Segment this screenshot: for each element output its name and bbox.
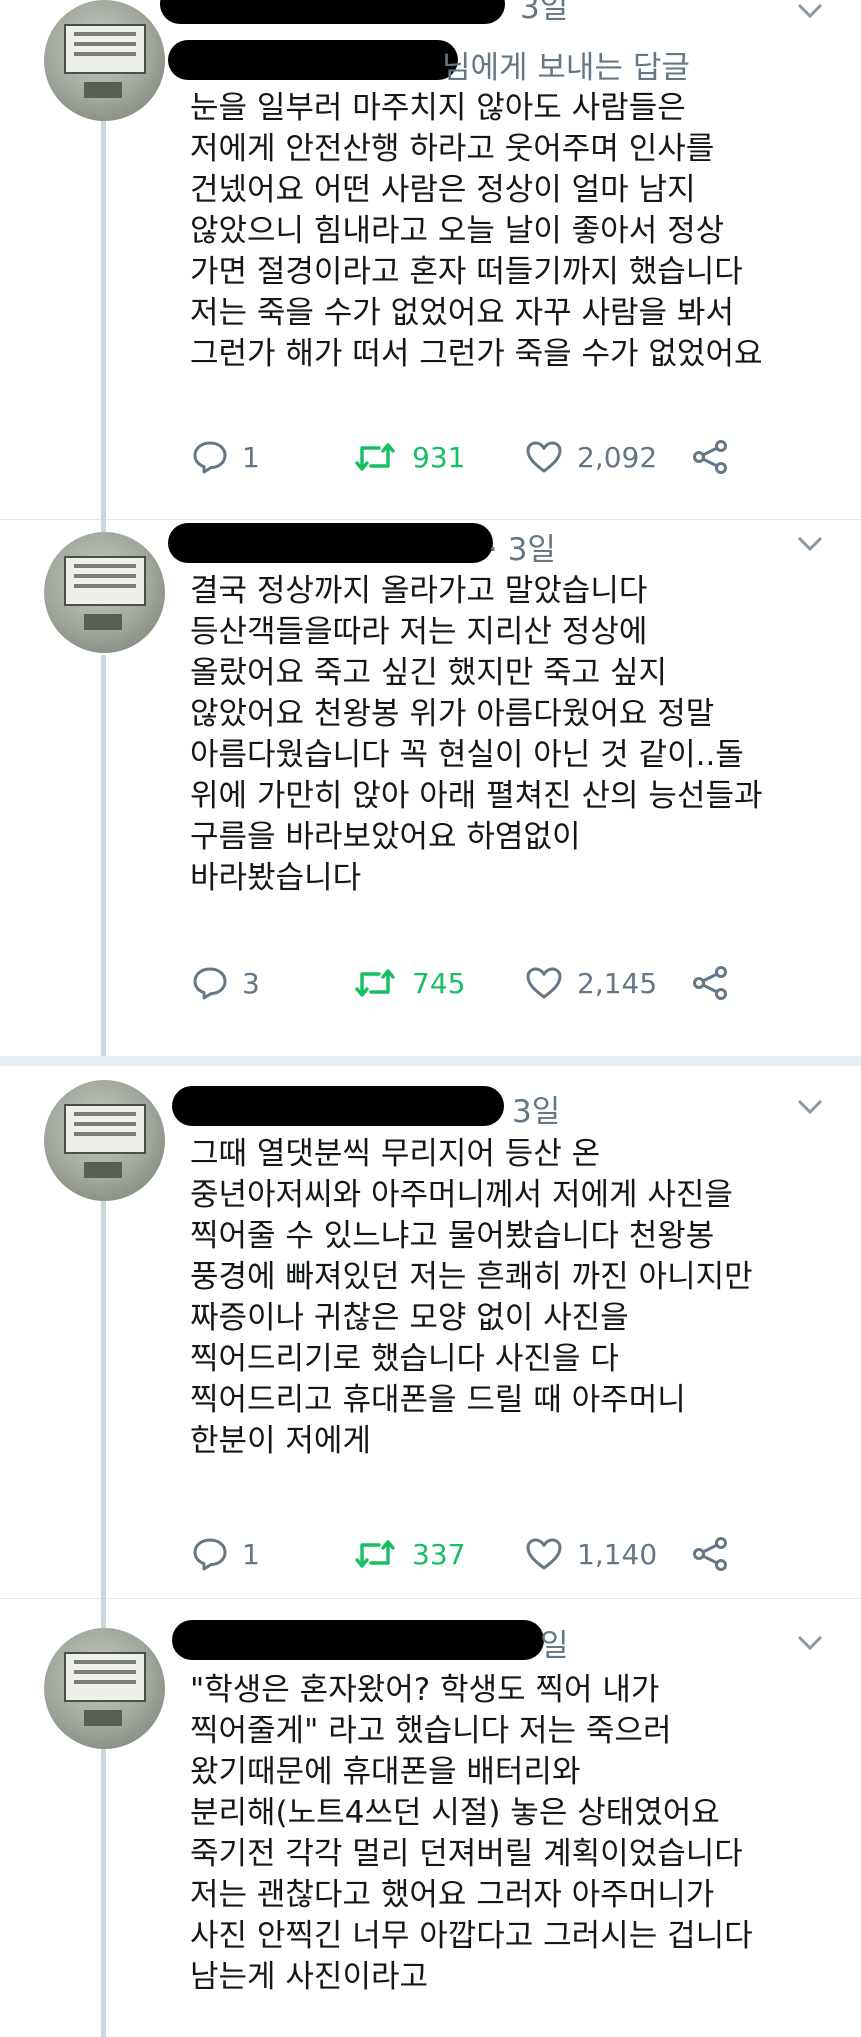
thread-line <box>101 519 106 532</box>
reply-icon <box>193 1538 227 1571</box>
thread-line <box>101 655 106 1056</box>
tweet-4[interactable]: 일 "학생은 혼자왔어? 학생도 찍어 내가 찍어줄게" 라고 했습니다 저는 … <box>0 1598 861 2037</box>
avatar[interactable] <box>44 1080 165 1201</box>
reply-count: 1 <box>242 1537 260 1571</box>
like-count: 2,092 <box>577 440 658 474</box>
redacted-username <box>168 523 493 563</box>
retweet-count: 745 <box>412 966 466 1000</box>
redacted-username <box>172 1086 504 1126</box>
avatar[interactable] <box>44 532 165 653</box>
tweet-text: "학생은 혼자왔어? 학생도 찍어 내가 찍어줄게" 라고 했습니다 저는 죽으… <box>190 1672 753 1995</box>
share-button[interactable] <box>692 963 728 1003</box>
like-button[interactable]: 2,092 <box>525 437 657 477</box>
retweet-button[interactable]: 337 <box>354 1534 465 1574</box>
reply-button[interactable]: 1 <box>192 437 260 477</box>
reply-button[interactable]: 1 <box>192 1534 260 1574</box>
thread-line <box>101 1598 106 1628</box>
tweet-time: · 3일 <box>488 532 556 568</box>
tweet-text: 그때 열댓분씩 무리지어 등산 온 중년아저씨와 아주머니께서 저에게 사진을 … <box>190 1136 753 1459</box>
retweet-icon <box>355 969 395 997</box>
redacted-username <box>172 1620 544 1660</box>
retweet-count: 931 <box>412 440 466 474</box>
like-button[interactable]: 2,145 <box>525 963 657 1003</box>
tweet-actions: 1 931 2,092 <box>192 437 752 477</box>
tweet-3[interactable]: 3일 그때 열댓분씩 무리지어 등산 온 중년아저씨와 아주머니께서 저에게 사… <box>0 1066 861 1598</box>
thread-line <box>101 1201 106 1598</box>
avatar[interactable] <box>44 0 165 121</box>
chevron-down-icon[interactable] <box>797 535 823 553</box>
retweet-icon <box>355 443 395 471</box>
reply-icon <box>193 441 227 474</box>
share-icon <box>693 1537 727 1571</box>
redacted-username <box>160 0 505 24</box>
share-button[interactable] <box>692 437 728 477</box>
reply-count: 3 <box>242 966 260 1000</box>
retweet-button[interactable]: 745 <box>354 963 465 1003</box>
like-count: 2,145 <box>577 966 658 1000</box>
retweet-count: 337 <box>412 1537 466 1571</box>
tweet-2[interactable]: · 3일 결국 정상까지 올라가고 말았습니다 등산객들을따라 저는 지리산 정… <box>0 519 861 1056</box>
tweet-actions: 3 745 2,145 <box>192 963 752 1003</box>
reply-button[interactable]: 3 <box>192 963 260 1003</box>
tweet-time: 일 <box>540 1628 569 1664</box>
avatar[interactable] <box>44 1628 165 1749</box>
reply-count: 1 <box>242 440 260 474</box>
heart-icon <box>526 967 562 999</box>
share-icon <box>693 966 727 1000</box>
chevron-down-icon[interactable] <box>797 1634 823 1652</box>
divider <box>0 1056 861 1066</box>
tweet-1[interactable]: 3일 님에게 보내는 답글 눈을 일부러 마주치지 않아도 사람들은 저에게 안… <box>0 0 861 519</box>
reply-icon <box>193 967 227 1000</box>
tweet-time: 3일 <box>520 0 569 26</box>
thread-line <box>101 1748 106 2037</box>
heart-icon <box>526 441 562 473</box>
share-button[interactable] <box>692 1534 728 1574</box>
tweet-text: 결국 정상까지 올라가고 말았습니다 등산객들을따라 저는 지리산 정상에 올랐… <box>190 573 763 896</box>
reply-to-label: 님에게 보내는 답글 <box>442 50 690 86</box>
like-count: 1,140 <box>577 1537 658 1571</box>
retweet-icon <box>355 1540 395 1568</box>
like-button[interactable]: 1,140 <box>525 1534 657 1574</box>
retweet-button[interactable]: 931 <box>354 437 465 477</box>
tweet-actions: 1 337 1,140 <box>192 1534 752 1574</box>
chevron-down-icon[interactable] <box>797 1098 823 1116</box>
tweet-text: 눈을 일부러 마주치지 않아도 사람들은 저에게 안전산행 하라고 웃어주며 인… <box>190 90 763 372</box>
thread-line <box>101 120 106 519</box>
tweet-thread: 3일 님에게 보내는 답글 눈을 일부러 마주치지 않아도 사람들은 저에게 안… <box>0 0 861 2037</box>
chevron-down-icon[interactable] <box>797 2 823 20</box>
heart-icon <box>526 1538 562 1570</box>
redacted-reply-handle <box>168 40 458 80</box>
share-icon <box>693 440 727 474</box>
tweet-time: 3일 <box>512 1094 561 1130</box>
